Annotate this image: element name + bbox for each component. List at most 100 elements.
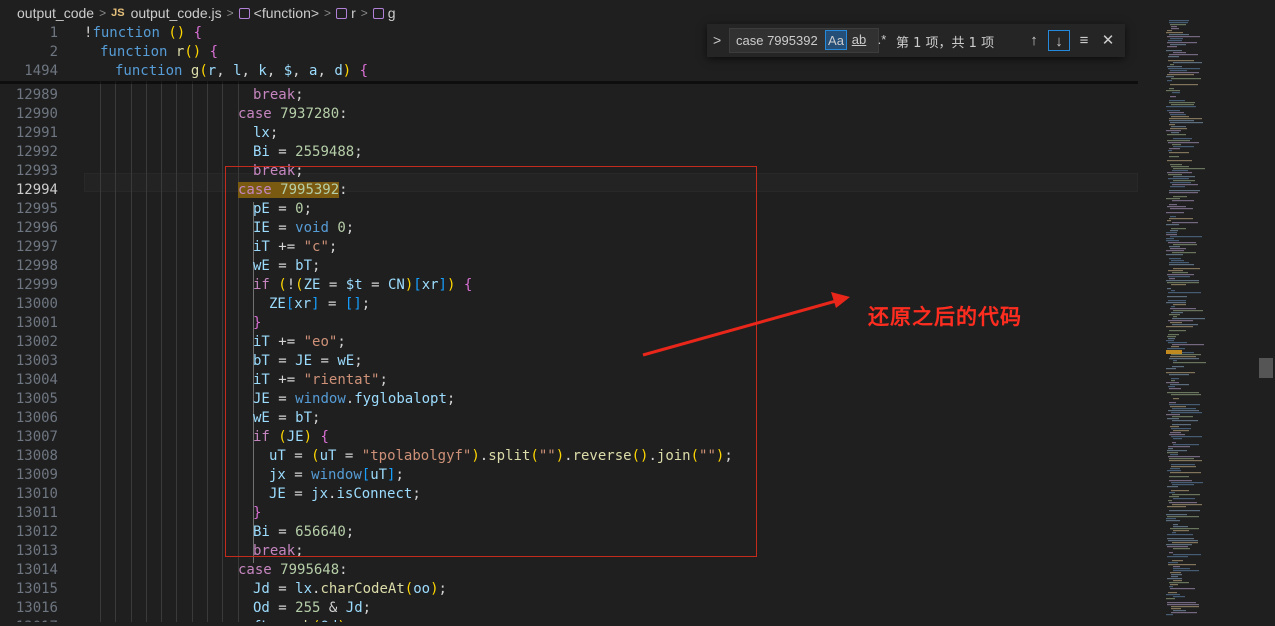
minimap-line — [1166, 598, 1175, 600]
minimap-line — [1168, 292, 1201, 294]
minimap-line — [1173, 180, 1195, 182]
minimap-line — [1173, 596, 1185, 598]
minimap-line — [1166, 594, 1180, 596]
next-match-icon[interactable]: ↓ — [1048, 30, 1070, 51]
minimap-line — [1169, 496, 1179, 498]
minimap-line — [1171, 126, 1186, 128]
minimap-line — [1166, 382, 1179, 384]
minimap-line — [1171, 606, 1199, 608]
minimap-line — [1172, 144, 1181, 146]
minimap-line — [1167, 534, 1193, 536]
minimap-line — [1172, 416, 1193, 418]
minimap-line — [1166, 372, 1195, 374]
minimap-line — [1173, 304, 1186, 306]
minimap-line — [1168, 334, 1179, 336]
minimap-line — [1171, 78, 1201, 80]
minimap-line — [1166, 250, 1184, 252]
minimap-line — [1169, 20, 1189, 22]
close-icon[interactable]: ✕ — [1097, 30, 1119, 51]
find-result-count: 第 1 项，共 1 项 — [896, 36, 995, 51]
minimap-line — [1169, 278, 1175, 280]
minimap-line — [1170, 216, 1176, 218]
minimap-line — [1169, 460, 1202, 462]
minimap-line — [1169, 552, 1173, 554]
minimap-line — [1167, 36, 1200, 38]
minimap-line — [1172, 170, 1188, 172]
minimap-line — [1172, 408, 1196, 410]
minimap-line — [1167, 418, 1179, 420]
minimap[interactable] — [1160, 0, 1275, 622]
minimap-line — [1167, 450, 1187, 452]
minimap-line — [1173, 526, 1188, 528]
minimap-line — [1168, 564, 1196, 566]
minimap-line — [1173, 360, 1177, 362]
minimap-line — [1167, 452, 1178, 454]
minimap-line — [1167, 546, 1188, 548]
minimap-line — [1166, 224, 1179, 226]
minimap-line — [1169, 148, 1180, 150]
minimap-line — [1172, 318, 1205, 320]
minimap-line — [1170, 584, 1178, 586]
minimap-line — [1172, 222, 1198, 224]
minimap-line — [1173, 168, 1205, 170]
minimap-line — [1170, 24, 1186, 26]
minimap-line — [1168, 592, 1177, 594]
minimap-line — [1172, 184, 1198, 186]
minimap-line — [1166, 614, 1173, 616]
minimap-line — [1167, 486, 1178, 488]
minimap-line — [1169, 434, 1185, 436]
minimap-line — [1166, 302, 1186, 304]
minimap-line — [1168, 142, 1199, 144]
minimap-line — [1168, 448, 1173, 450]
minimap-line — [1167, 80, 1172, 82]
minimap-line — [1166, 280, 1199, 282]
annotation-label: 还原之后的代码 — [868, 305, 1022, 329]
use-regex-button[interactable]: .* — [871, 30, 893, 50]
minimap-line — [1173, 196, 1187, 198]
minimap-line — [1166, 234, 1177, 236]
minimap-line — [1167, 46, 1177, 48]
minimap-line — [1166, 90, 1180, 92]
minimap-line — [1170, 64, 1174, 66]
minimap-line — [1167, 602, 1196, 604]
minimap-line — [1166, 198, 1180, 200]
minimap-line — [1171, 436, 1202, 438]
minimap-line — [1173, 430, 1189, 432]
previous-match-icon[interactable]: ↑ — [1023, 30, 1045, 51]
minimap-line — [1169, 402, 1176, 404]
minimap-line — [1170, 236, 1202, 238]
minimap-line — [1169, 218, 1193, 220]
minimap-line — [1167, 140, 1190, 142]
minimap-line — [1170, 44, 1186, 46]
minimap-line — [1166, 238, 1174, 240]
minimap-line — [1166, 520, 1180, 522]
minimap-line — [1171, 166, 1189, 168]
match-case-button[interactable]: Aa — [825, 30, 847, 50]
minimap-line — [1169, 54, 1198, 56]
minimap-line — [1167, 296, 1187, 298]
minimap-line — [1169, 358, 1199, 360]
find-in-selection-icon[interactable]: ≡ — [1073, 30, 1095, 51]
minimap-line — [1167, 506, 1186, 508]
minimap-line — [1169, 586, 1173, 588]
minimap-line — [1168, 320, 1193, 322]
minimap-line — [1170, 454, 1178, 456]
minimap-find-match — [1166, 350, 1182, 354]
minimap-line — [1173, 176, 1195, 178]
match-whole-word-button[interactable]: ab — [848, 30, 870, 50]
minimap-line — [1169, 492, 1175, 494]
minimap-line — [1170, 322, 1182, 324]
minimap-line — [1169, 246, 1180, 248]
minimap-line — [1173, 444, 1199, 446]
scrollbar-thumb[interactable] — [1259, 358, 1273, 378]
minimap-line — [1170, 572, 1181, 574]
minimap-line — [1167, 604, 1199, 606]
minimap-line — [1167, 348, 1185, 350]
find-widget: > case 7995392 Aa ab .* 第 1 项，共 1 项 ↑ ↓ … — [707, 24, 1125, 57]
toggle-replace-icon[interactable]: > — [713, 32, 721, 48]
minimap-line — [1167, 288, 1171, 290]
minimap-line — [1171, 354, 1201, 356]
minimap-line — [1166, 414, 1180, 416]
minimap-line — [1169, 112, 1184, 114]
minimap-line — [1172, 324, 1198, 326]
